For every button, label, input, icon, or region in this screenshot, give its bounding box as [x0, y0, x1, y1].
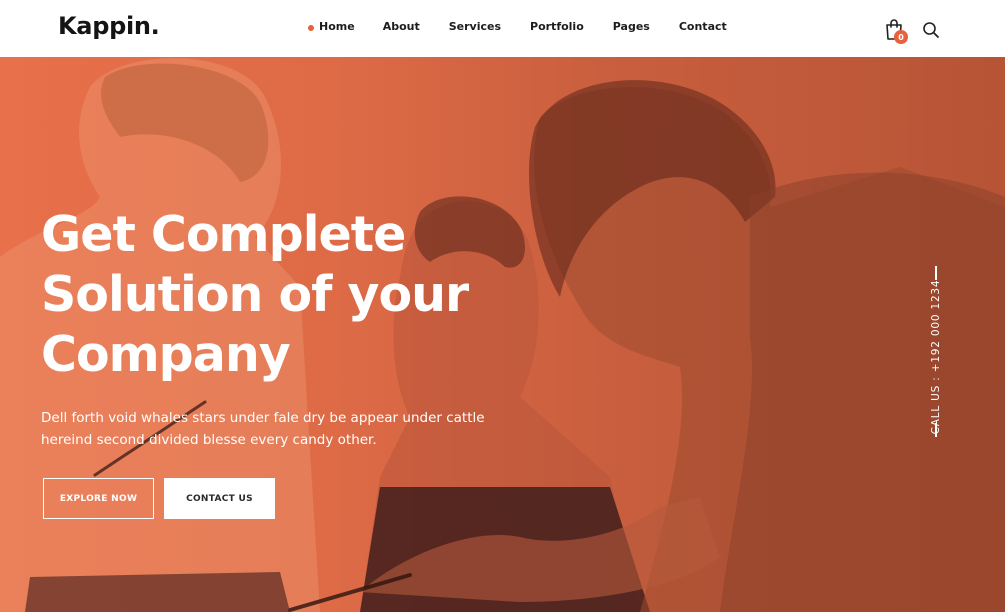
site-logo[interactable]: Kappin. [58, 12, 160, 40]
call-us-text: CALL US : +192 000 1234 [930, 279, 942, 435]
hero-heading-line: Solution of your [41, 266, 469, 323]
nav-item-contact[interactable]: Contact [679, 20, 727, 33]
hero-heading: Get Complete Solution of your Company [41, 205, 561, 385]
hero-heading-line: Company [41, 326, 291, 383]
nav-item-pages[interactable]: Pages [613, 20, 650, 33]
explore-now-button[interactable]: EXPLORE NOW [43, 478, 154, 519]
cart-count-badge: 0 [894, 30, 908, 44]
nav-item-services[interactable]: Services [449, 20, 501, 33]
hero-description-line: hereind second divided blesse every cand… [41, 432, 377, 448]
contact-us-button[interactable]: CONTACT US [164, 478, 275, 519]
hero-heading-line: Get Complete [41, 206, 406, 263]
main-nav: Home About Services Portfolio Pages Cont… [308, 20, 727, 33]
call-divider-bottom [935, 423, 937, 437]
active-dot-icon [308, 25, 314, 31]
nav-item-portfolio[interactable]: Portfolio [530, 20, 584, 33]
nav-item-label: Home [319, 20, 355, 33]
site-header: Kappin. Home About Services Portfolio Pa… [0, 0, 1005, 57]
hero-description: Dell forth void whales stars under fale … [41, 407, 511, 451]
search-icon[interactable] [922, 21, 940, 39]
call-divider-top [935, 266, 937, 280]
nav-item-about[interactable]: About [383, 20, 420, 33]
hero-description-line: Dell forth void whales stars under fale … [41, 410, 485, 426]
hero-banner: Get Complete Solution of your Company De… [0, 57, 1005, 612]
nav-item-home[interactable]: Home [308, 20, 355, 33]
